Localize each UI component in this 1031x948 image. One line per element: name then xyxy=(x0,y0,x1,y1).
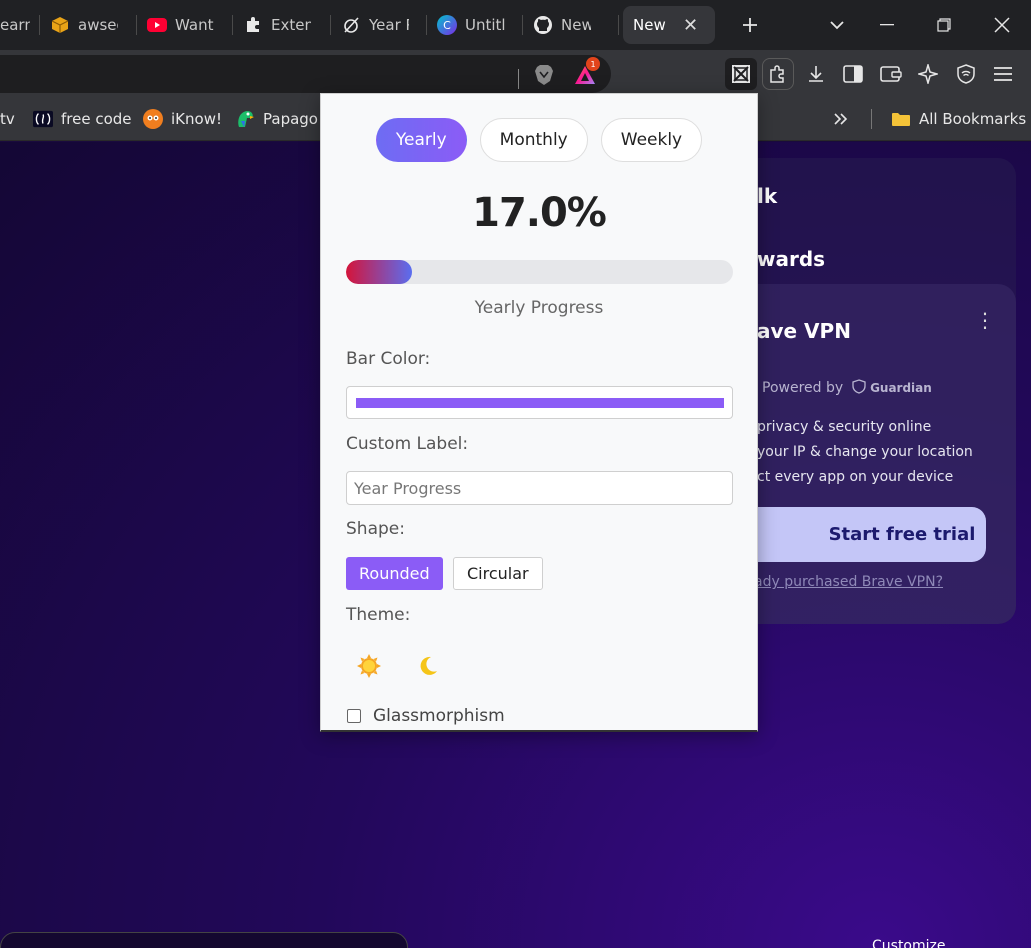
tab-item[interactable]: earn xyxy=(0,0,40,50)
shape-rounded-button[interactable]: Rounded xyxy=(346,557,443,590)
progress-bar-track xyxy=(346,260,733,284)
glassmorphism-label: Glassmorphism xyxy=(373,706,505,726)
browser-toolbar: 1 xyxy=(0,50,1031,97)
sidebar-toggle-icon[interactable] xyxy=(838,60,868,88)
close-icon[interactable]: ✕ xyxy=(683,15,698,36)
svg-text:C: C xyxy=(443,19,451,32)
powered-by-label: Powered by xyxy=(762,380,844,396)
start-free-trial-label: Start free trial xyxy=(828,524,976,545)
vpn-feature: your IP & change your location xyxy=(757,444,973,460)
vpn-feature: privacy & security online xyxy=(757,419,932,435)
tab-item[interactable]: Exten xyxy=(233,0,331,50)
extensions-puzzle-icon[interactable] xyxy=(762,58,794,90)
custom-label-input[interactable] xyxy=(346,471,733,505)
canva-icon: C xyxy=(437,15,457,35)
period-tab-monthly[interactable]: Monthly xyxy=(479,118,588,162)
already-purchased-link[interactable]: ady purchased Brave VPN? xyxy=(754,574,943,590)
bookmarks-divider xyxy=(871,109,872,129)
youtube-icon xyxy=(147,15,167,35)
puzzle-icon xyxy=(243,15,263,35)
powered-by-row: Powered by Guardian xyxy=(762,379,932,396)
bookmark-item[interactable]: free code xyxy=(33,107,132,131)
tab-label: Want xyxy=(175,16,214,34)
custom-label-label: Custom Label: xyxy=(346,434,469,454)
address-bar[interactable]: 1 xyxy=(0,55,611,93)
new-tab-button[interactable] xyxy=(735,10,765,40)
bar-color-swatch xyxy=(356,398,724,408)
customize-label: Customize xyxy=(872,938,946,948)
minimize-button[interactable] xyxy=(872,10,902,40)
guardian-shield-icon xyxy=(851,379,866,394)
tab-strip: earn awsed Want Exten Year P C Untitl N xyxy=(0,0,1031,50)
widget-menu-icon[interactable]: ⋮ xyxy=(975,310,995,330)
tab-label: earn xyxy=(0,16,30,34)
bar-color-label: Bar Color: xyxy=(346,349,431,369)
folder-icon xyxy=(891,109,911,129)
guardian-label: Guardian xyxy=(870,381,932,395)
leo-ai-icon[interactable] xyxy=(913,60,943,88)
theme-label: Theme: xyxy=(346,605,411,625)
brave-shields-icon[interactable] xyxy=(529,61,559,89)
tab-label: Exten xyxy=(271,16,311,34)
bookmark-label: free code xyxy=(61,110,132,128)
bookmark-label: tv xyxy=(0,110,15,128)
bookmark-item[interactable]: tv xyxy=(0,107,15,131)
sun-icon[interactable] xyxy=(353,650,385,682)
restore-button[interactable] xyxy=(929,10,959,40)
rewards-widget-title[interactable]: wards xyxy=(757,247,825,271)
download-icon[interactable] xyxy=(801,60,831,88)
bookmark-label: Papago xyxy=(263,110,318,128)
tab-item[interactable]: Want xyxy=(137,0,233,50)
close-window-button[interactable] xyxy=(987,10,1017,40)
tab-label: Year P xyxy=(369,16,409,34)
github-icon xyxy=(533,15,553,35)
aws-box-icon xyxy=(50,15,70,35)
period-tab-weekly[interactable]: Weekly xyxy=(600,118,703,162)
shape-label: Shape: xyxy=(346,519,405,539)
year-progress-icon xyxy=(341,15,361,35)
iknow-owl-icon xyxy=(143,109,163,129)
all-bookmarks-label: All Bookmarks xyxy=(919,110,1027,128)
talk-widget-title[interactable]: lk xyxy=(757,184,777,208)
tab-item-active[interactable]: New ✕ xyxy=(623,6,715,44)
shape-circular-button[interactable]: Circular xyxy=(453,557,543,590)
progress-caption: Yearly Progress xyxy=(474,298,604,318)
tab-label: New xyxy=(633,16,666,34)
tab-label: awsed xyxy=(78,16,118,34)
bookmarks-overflow-icon[interactable] xyxy=(834,107,848,131)
bookmark-label: iKnow! xyxy=(171,110,222,128)
tab-item[interactable]: Year P xyxy=(331,0,427,50)
ntp-search-box[interactable] xyxy=(0,932,408,948)
bookmark-item[interactable]: iKnow! xyxy=(143,107,222,131)
vpn-feature: ct every app on your device xyxy=(757,469,954,485)
vpn-shield-icon[interactable] xyxy=(951,60,981,88)
tab-label: Untitl xyxy=(465,16,505,34)
wallet-icon[interactable] xyxy=(876,60,906,88)
brave-rewards-icon[interactable]: 1 xyxy=(570,57,600,89)
bookmark-item[interactable]: Papago xyxy=(235,107,318,131)
menu-hamburger-icon[interactable] xyxy=(988,60,1018,88)
tab-search-chevron-icon[interactable] xyxy=(822,10,852,40)
progress-percent: 17.0% xyxy=(472,190,607,236)
tab-item[interactable]: C Untitl xyxy=(427,0,523,50)
period-tab-yearly[interactable]: Yearly xyxy=(375,118,467,162)
address-bar-divider xyxy=(518,69,519,89)
progress-bar-fill xyxy=(346,260,412,284)
tab-item[interactable]: New xyxy=(523,0,619,50)
year-progress-popup: Yearly Monthly Weekly 17.0% Yearly Progr… xyxy=(320,93,758,732)
customize-button[interactable]: Customize xyxy=(872,938,946,948)
freecodecamp-icon xyxy=(33,109,53,129)
year-progress-extension-icon[interactable] xyxy=(725,58,757,90)
papago-parrot-icon xyxy=(235,109,255,129)
tab-item[interactable]: awsed xyxy=(40,0,137,50)
moon-icon[interactable] xyxy=(412,650,444,682)
glassmorphism-checkbox[interactable] xyxy=(347,709,361,723)
period-tabs: Yearly Monthly Weekly xyxy=(321,118,757,162)
tab-label: New xyxy=(561,16,591,34)
vpn-widget-title: ave VPN xyxy=(757,319,851,343)
rewards-badge: 1 xyxy=(586,57,600,71)
bar-color-picker[interactable] xyxy=(346,386,733,419)
all-bookmarks-folder[interactable]: All Bookmarks xyxy=(891,107,1026,131)
